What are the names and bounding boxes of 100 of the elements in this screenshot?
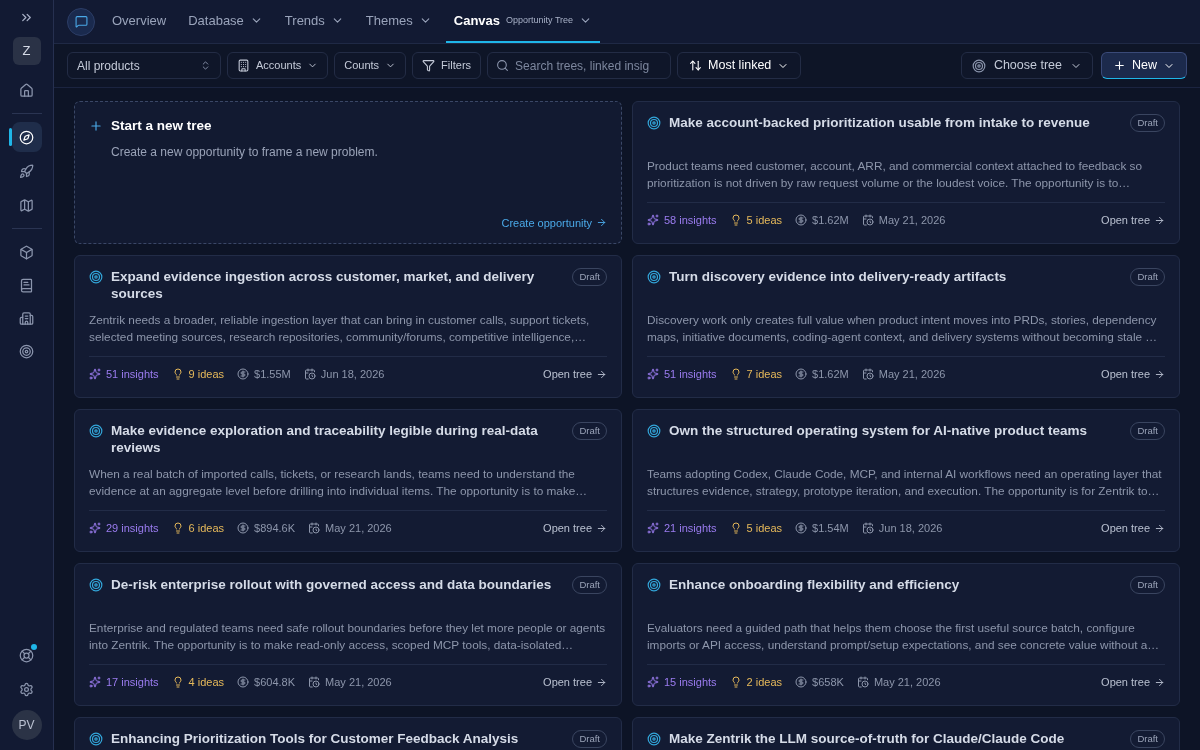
cube-icon [19, 244, 34, 260]
sparkle-icon [89, 676, 101, 689]
calendar-icon [861, 368, 874, 381]
accounts-dropdown[interactable]: Accounts [227, 52, 329, 79]
building-icon [237, 59, 250, 72]
insights-count: 29 insights [89, 520, 159, 537]
ideas-count: 9 ideas [171, 366, 225, 383]
filters-button[interactable]: Filters [412, 52, 482, 79]
calendar-icon [861, 214, 874, 227]
value-amount: $1.62M [795, 212, 849, 229]
opportunity-card[interactable] [74, 409, 622, 552]
user-avatar[interactable]: PV [11, 710, 42, 740]
choose-tree-dropdown[interactable]: Choose tree [960, 52, 1093, 79]
dollar-icon [795, 676, 808, 689]
opportunity-card[interactable] [74, 563, 622, 706]
due-date: Jun 18, 2026 [303, 366, 385, 383]
search-field[interactable]: Search trees, linked insig [487, 52, 672, 79]
dollar-icon [795, 214, 808, 227]
dollar-icon [237, 676, 250, 689]
workspace-badge[interactable]: Z [12, 37, 41, 65]
lightbulb-icon [729, 368, 742, 381]
open-tree-link[interactable]: Open tree [1101, 366, 1165, 383]
sparkle-icon [647, 214, 659, 227]
lightbulb-icon [729, 676, 742, 689]
target-icon [971, 58, 986, 73]
plus-icon [89, 119, 103, 134]
due-date: May 21, 2026 [308, 520, 392, 537]
nav-tab[interactable]: Themes [357, 0, 440, 43]
open-tree-link[interactable]: Open tree [543, 520, 607, 537]
ideas-count: 5 ideas [729, 212, 783, 229]
up-down-chevron-icon [200, 60, 211, 71]
value-amount: $658K [795, 674, 844, 691]
dollar-icon [237, 368, 250, 381]
app-logo[interactable] [67, 7, 95, 36]
due-date: May 21, 2026 [861, 366, 946, 383]
calendar-icon [303, 368, 316, 381]
target-icon [89, 578, 103, 592]
ideas-count: 5 ideas [729, 520, 783, 537]
calendar-icon [308, 522, 321, 535]
card-title: Make evidence exploration and traceability legible during real-data reviews [111, 422, 539, 456]
new-button[interactable]: New [1101, 52, 1187, 79]
sidebar-nav-item[interactable] [11, 122, 42, 152]
dollar-icon [795, 368, 808, 381]
target-icon [647, 116, 661, 130]
rocket-icon [19, 163, 34, 179]
value-amount: $1.55M [237, 366, 291, 383]
target-icon [647, 578, 661, 592]
target-icon [647, 270, 661, 284]
nav-tab[interactable]: Database [180, 0, 271, 43]
new-tree-card[interactable]: Start a new tree Create a new opportunity to frame a new problem. Create opportunity [74, 101, 622, 244]
arrow-right-icon [1154, 522, 1165, 534]
counts-dropdown[interactable]: Counts [334, 52, 407, 79]
target-icon [89, 270, 103, 284]
lightbulb-icon [729, 522, 742, 535]
card-description: Evaluators need a guided path that helps them choose the first useful source batch, configure imports or API access, understand prompt/setup expectations, and see concrete value without a… [647, 620, 1161, 654]
insights-count: 21 insights [647, 520, 717, 537]
sort-dropdown[interactable]: Most linked [677, 52, 802, 79]
opportunity-card[interactable]: Enhancing Prioritization Tools for Customer Feedback Analysis Draft [74, 717, 622, 750]
lightbulb-icon [171, 676, 184, 689]
insights-count: 15 insights [647, 674, 717, 691]
opportunity-card[interactable] [632, 255, 1180, 398]
target-icon [19, 343, 34, 359]
calendar-icon [308, 676, 321, 689]
opportunity-card[interactable] [632, 101, 1180, 244]
open-tree-link[interactable]: Open tree [543, 674, 607, 691]
card-title: Expand evidence ingestion across customer, market, and delivery sources [111, 268, 536, 302]
dollar-icon [237, 522, 250, 535]
lightbulb-icon [171, 522, 184, 535]
dollar-icon [795, 522, 808, 535]
card-description: Enterprise and regulated teams need safe rollout boundaries before they let more people or agents into Zentrik. The opportunity is to make read-only access, scoped MCP tools, data-isolated… [89, 620, 607, 654]
open-tree-link[interactable]: Open tree [1101, 520, 1165, 537]
sparkle-icon [647, 676, 659, 689]
value-amount: $1.54M [795, 520, 849, 537]
arrow-right-icon [596, 676, 607, 688]
open-tree-link[interactable]: Open tree [1101, 212, 1165, 229]
open-tree-link[interactable]: Open tree [1101, 674, 1165, 691]
opportunity-card[interactable] [632, 409, 1180, 552]
due-date: May 21, 2026 [861, 212, 946, 229]
opportunity-card[interactable] [74, 255, 622, 398]
map-icon [19, 197, 34, 213]
opportunity-card[interactable] [632, 563, 1180, 706]
card-description: Discovery work only creates full value when product intent moves into PRDs, stories, dependency maps, initiative documents, coding-agent context, and delivery systems without becoming stale … [647, 312, 1159, 346]
arrow-right-icon [596, 522, 607, 534]
card-title: Make Zentrik the LLM source-of-truth for Claude/Claude Code [669, 730, 1066, 747]
home-icon [19, 82, 34, 98]
opportunity-card[interactable]: Make Zentrik the LLM source-of-truth for Claude/Claude Code Draft [632, 717, 1180, 750]
target-icon [89, 732, 103, 746]
arrow-right-icon [1154, 368, 1165, 380]
ideas-count: 6 ideas [171, 520, 225, 537]
card-title: Enhance onboarding flexibility and efficiency [669, 576, 961, 593]
arrow-right-icon [1154, 214, 1165, 226]
target-icon [647, 732, 661, 746]
nav-tab[interactable]: Trends [276, 0, 352, 43]
product-select[interactable]: All products [67, 52, 221, 79]
sort-arrows-icon [689, 59, 703, 72]
arrow-right-icon [596, 217, 607, 229]
nav-tab[interactable]: Overview [104, 0, 175, 43]
create-opportunity-link[interactable]: Create opportunity [501, 214, 607, 231]
insights-count: 51 insights [89, 366, 159, 383]
open-tree-link[interactable]: Open tree [543, 366, 607, 383]
